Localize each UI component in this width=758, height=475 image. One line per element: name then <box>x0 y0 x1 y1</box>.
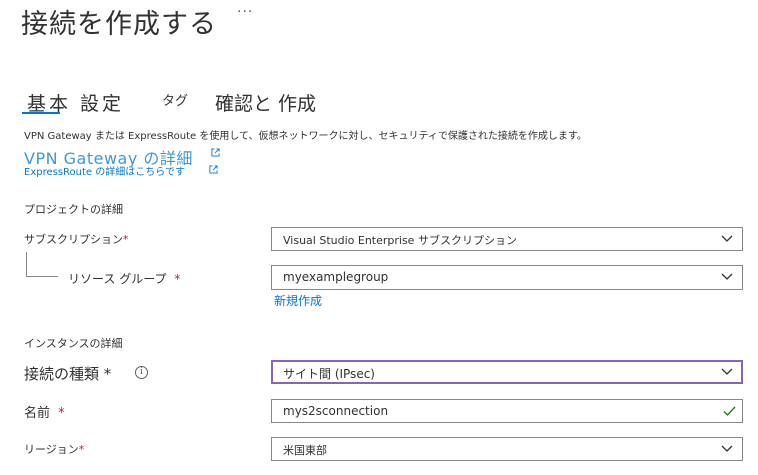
intro-description: VPN Gateway または ExpressRoute を使用して、仮想ネット… <box>24 131 587 142</box>
info-icon[interactable]: i <box>135 366 148 379</box>
required-marker: * <box>103 365 112 383</box>
resource-group-label: リソース グループ * <box>68 272 181 286</box>
subscription-select[interactable]: Visual Studio Enterprise サブスクリプション <box>271 227 743 251</box>
required-marker: * <box>174 272 181 286</box>
project-details-heading: プロジェクトの詳細 <box>24 203 123 216</box>
region-value: 米国東部 <box>283 444 327 457</box>
instance-details-heading: インスタンスの詳細 <box>24 337 123 350</box>
required-marker: * <box>123 233 129 246</box>
resource-group-value: myexamplegroup <box>283 270 389 284</box>
region-label: リージョン* <box>24 443 85 456</box>
resource-group-select[interactable]: myexamplegroup <box>271 265 743 290</box>
name-input[interactable]: mys2sconnection <box>271 399 743 423</box>
connection-type-value: サイト間 (IPsec) <box>283 367 375 381</box>
name-label: 名前 * <box>24 406 65 421</box>
external-link-icon <box>211 148 220 157</box>
region-select[interactable]: 米国東部 <box>271 437 743 461</box>
more-options-button[interactable]: ··· <box>237 4 253 20</box>
tab-tags[interactable]: タグ <box>162 90 188 109</box>
chevron-down-icon <box>721 368 733 375</box>
expressroute-learn-more-link[interactable]: ExpressRoute の詳細はこちらです <box>24 163 185 178</box>
required-marker: * <box>58 406 65 421</box>
tab-active-indicator <box>22 112 60 114</box>
subscription-value: Visual Studio Enterprise サブスクリプション <box>283 234 517 247</box>
chevron-down-icon <box>721 445 733 452</box>
connection-type-label: 接続の種類 * <box>24 365 112 383</box>
chevron-down-icon <box>721 273 733 280</box>
tree-connector-horizontal <box>26 276 58 277</box>
chevron-down-icon <box>721 235 733 242</box>
external-link-icon <box>209 165 218 174</box>
create-new-resource-group-link[interactable]: 新規作成 <box>274 292 322 309</box>
page-title: 接続を作成する <box>21 9 217 40</box>
checkmark-icon <box>723 406 736 416</box>
connection-type-select[interactable]: サイト間 (IPsec) <box>271 360 743 384</box>
tab-review-create[interactable]: 確認と 作成 <box>215 89 316 116</box>
name-value: mys2sconnection <box>283 404 389 418</box>
tree-connector-vertical <box>26 252 27 276</box>
subscription-label: サブスクリプション* <box>24 233 129 246</box>
required-marker: * <box>78 443 85 456</box>
